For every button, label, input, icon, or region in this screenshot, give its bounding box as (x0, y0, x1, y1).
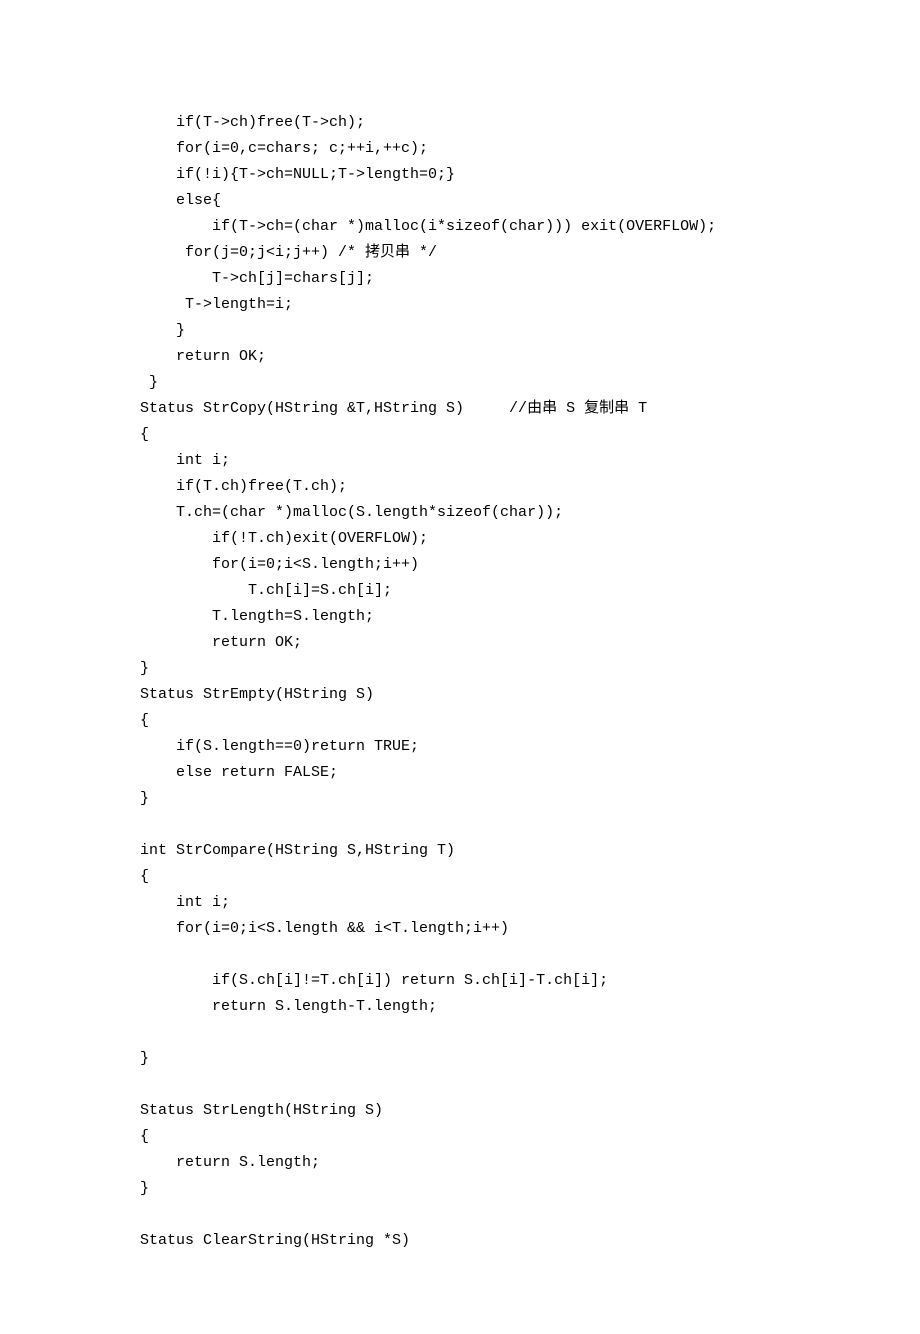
code-line: { (140, 708, 780, 734)
blank-line (140, 1072, 780, 1098)
code-line: T->length=i; (140, 292, 780, 318)
code-line: else return FALSE; (140, 760, 780, 786)
code-line: for(i=0;i<S.length;i++) (140, 552, 780, 578)
code-line: } (140, 786, 780, 812)
code-line: return OK; (140, 344, 780, 370)
code-line: Status StrLength(HString S) (140, 1098, 780, 1124)
code-line: if(T->ch)free(T->ch); (140, 110, 780, 136)
code-line: T->ch[j]=chars[j]; (140, 266, 780, 292)
code-line: return OK; (140, 630, 780, 656)
code-line: else{ (140, 188, 780, 214)
code-line: if(S.length==0)return TRUE; (140, 734, 780, 760)
blank-line (140, 942, 780, 968)
blank-line (140, 812, 780, 838)
code-line: T.ch=(char *)malloc(S.length*sizeof(char… (140, 500, 780, 526)
code-line: return S.length-T.length; (140, 994, 780, 1020)
code-line: if(T.ch)free(T.ch); (140, 474, 780, 500)
code-line: { (140, 1124, 780, 1150)
code-line: return S.length; (140, 1150, 780, 1176)
code-line: if(S.ch[i]!=T.ch[i]) return S.ch[i]-T.ch… (140, 968, 780, 994)
code-line: { (140, 864, 780, 890)
blank-line (140, 1020, 780, 1046)
code-line: int StrCompare(HString S,HString T) (140, 838, 780, 864)
code-line: } (140, 318, 780, 344)
code-line: { (140, 422, 780, 448)
code-line: int i; (140, 890, 780, 916)
blank-line (140, 1202, 780, 1228)
code-line: Status ClearString(HString *S) (140, 1228, 780, 1254)
code-line: Status StrEmpty(HString S) (140, 682, 780, 708)
code-line: } (140, 1176, 780, 1202)
code-line: Status StrCopy(HString &T,HString S) //由… (140, 396, 780, 422)
code-document: if(T->ch)free(T->ch); for(i=0,c=chars; c… (0, 0, 920, 1334)
code-line: } (140, 1046, 780, 1072)
code-line: T.ch[i]=S.ch[i]; (140, 578, 780, 604)
code-line: int i; (140, 448, 780, 474)
code-line: if(T->ch=(char *)malloc(i*sizeof(char)))… (140, 214, 780, 240)
code-line: } (140, 656, 780, 682)
code-line: if(!T.ch)exit(OVERFLOW); (140, 526, 780, 552)
code-line: for(i=0,c=chars; c;++i,++c); (140, 136, 780, 162)
code-line: T.length=S.length; (140, 604, 780, 630)
code-line: } (140, 370, 780, 396)
code-line: for(j=0;j<i;j++) /* 拷贝串 */ (140, 240, 780, 266)
code-line: for(i=0;i<S.length && i<T.length;i++) (140, 916, 780, 942)
code-line: if(!i){T->ch=NULL;T->length=0;} (140, 162, 780, 188)
